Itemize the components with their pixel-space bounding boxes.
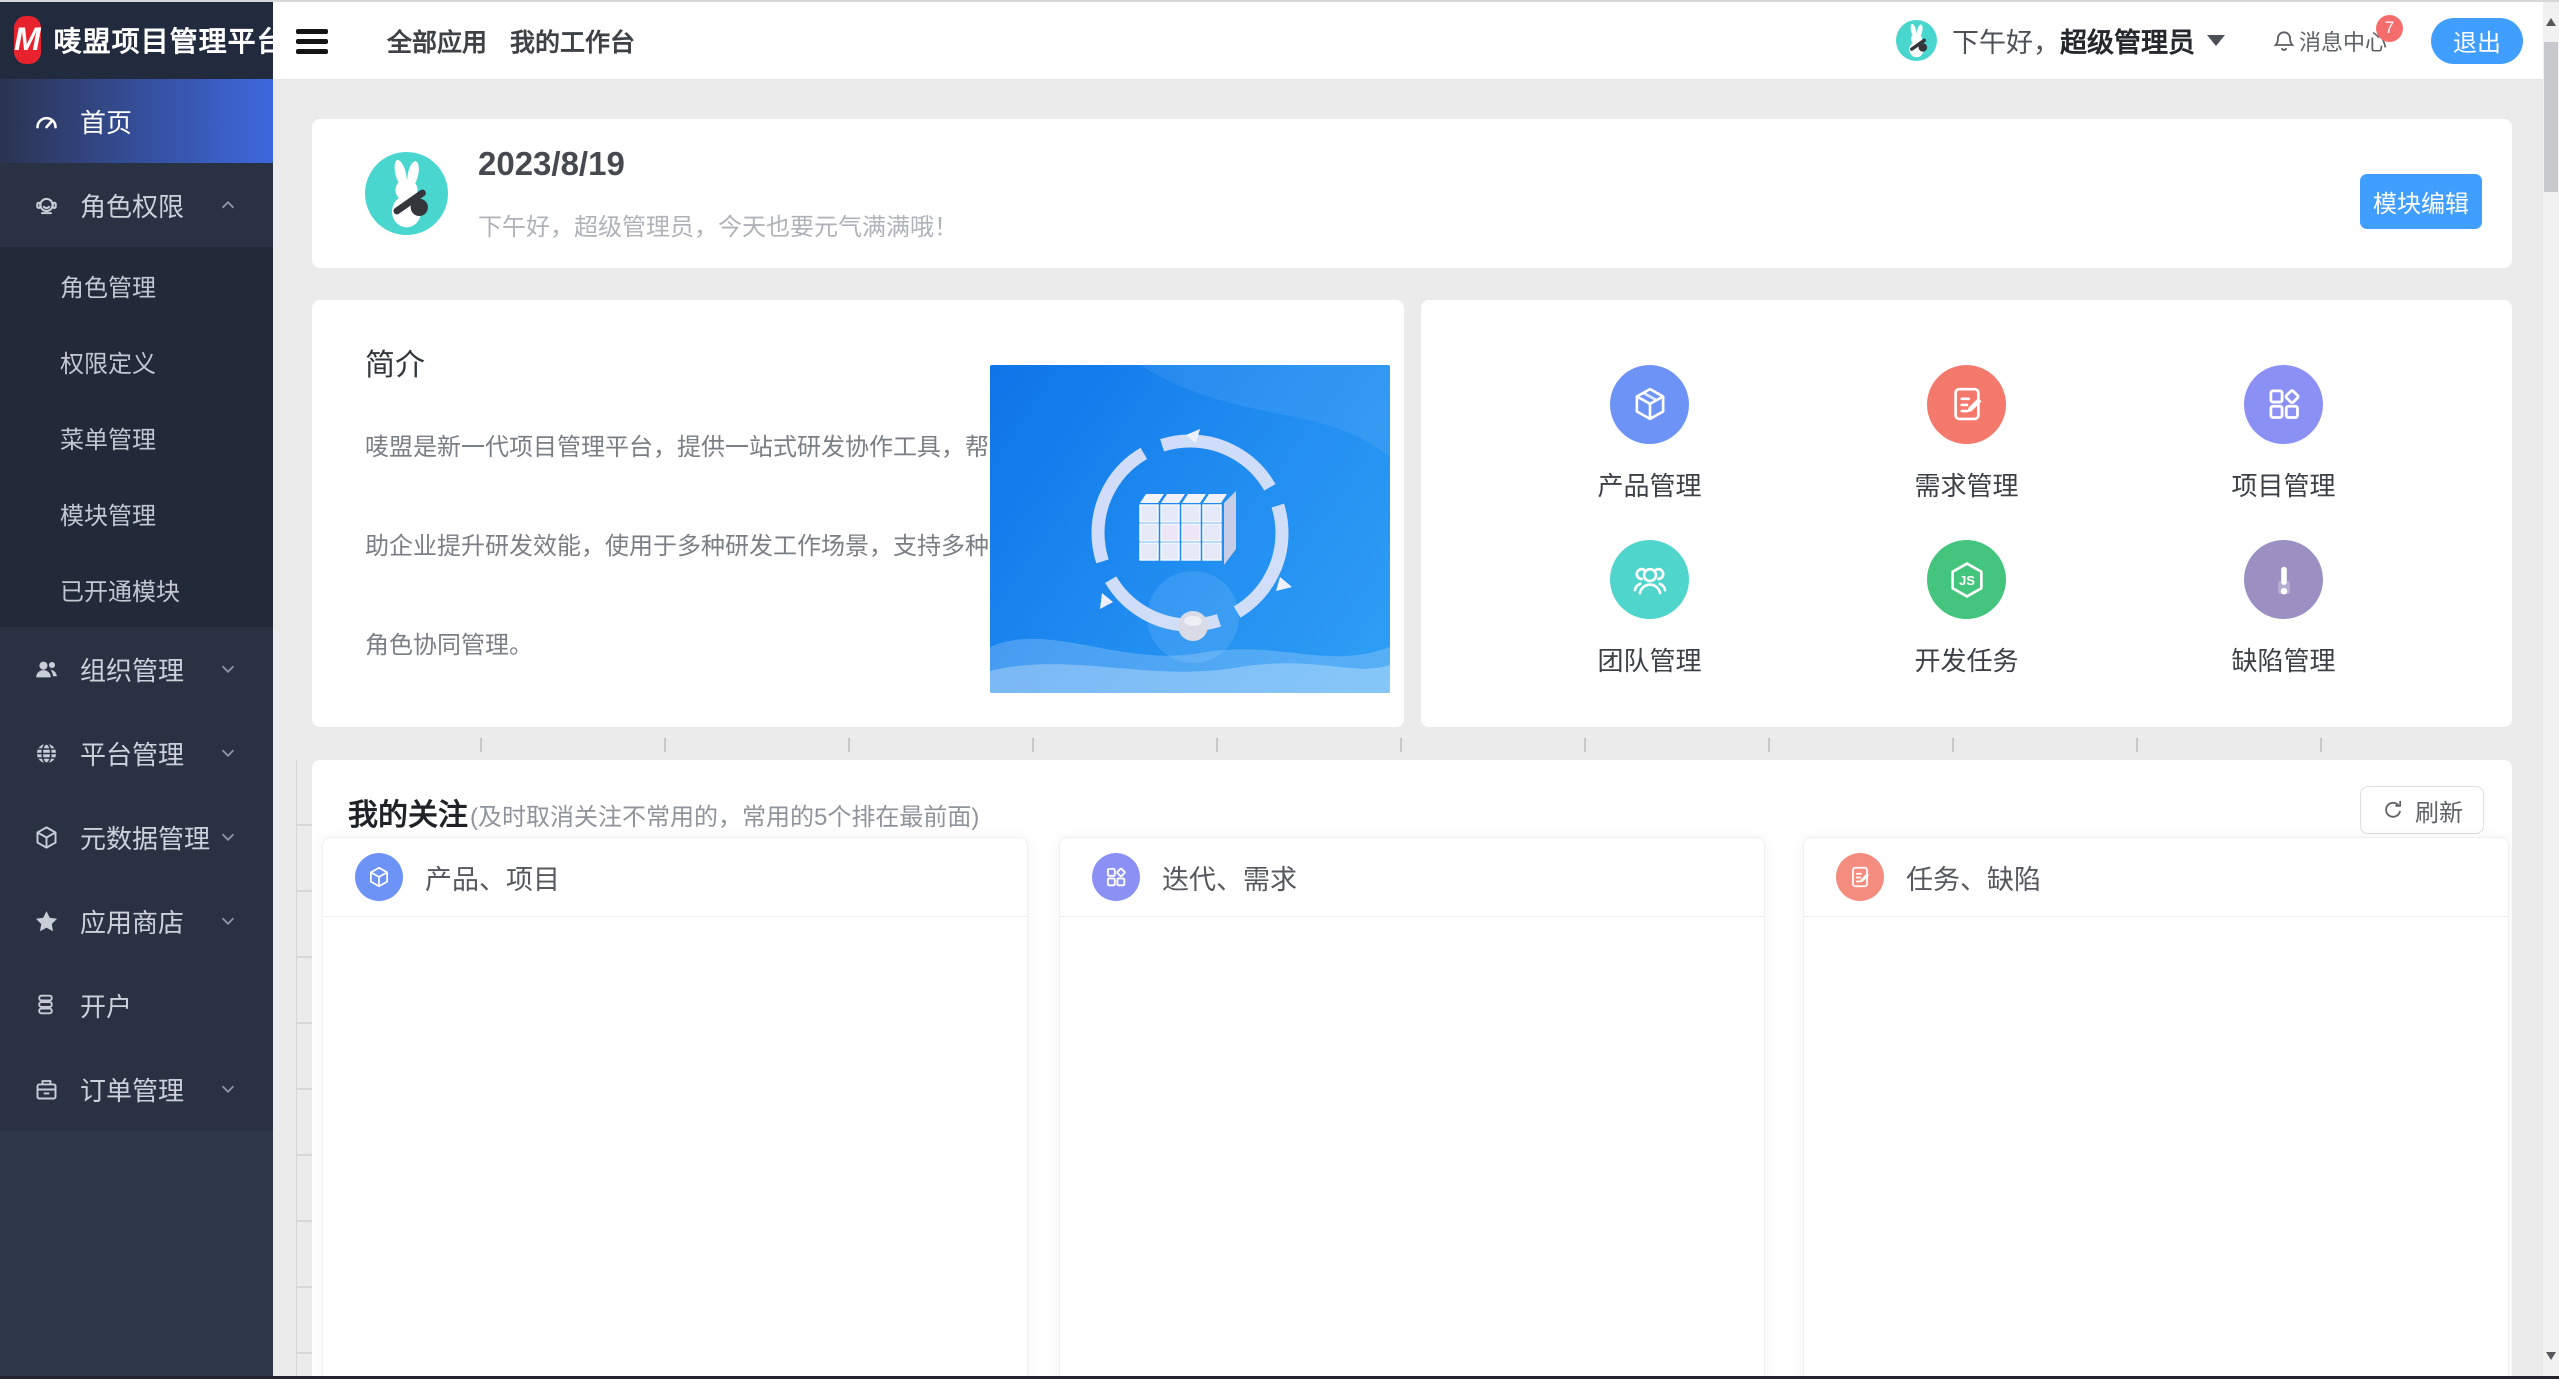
chevron-down-icon (217, 826, 239, 848)
project-grid-icon (1103, 864, 1129, 890)
people-icon (33, 656, 60, 683)
my-follow-panel: 我的关注 (及时取消关注不常用的，常用的5个排在最前面) 刷新 产品、项目 (312, 760, 2512, 1376)
follow-note: (及时取消关注不常用的，常用的5个排在最前面) (470, 797, 979, 832)
requirement-doc-icon (1946, 383, 1988, 425)
sidebar-item-organization[interactable]: 组织管理 (0, 627, 273, 711)
module-dev-tasks[interactable]: JS 开发任务 (1808, 522, 2125, 698)
app-logo-icon: M (14, 16, 41, 64)
top-header: 全部应用 我的工作台 下午好， 超级管理员 消息中心 7 (273, 2, 2559, 80)
chevron-down-icon (217, 658, 239, 680)
user-avatar[interactable] (1896, 20, 1937, 61)
background-grid-strip (296, 760, 312, 1376)
sidebar-item-open-account[interactable]: 开户 (0, 963, 273, 1047)
message-count-badge: 7 (2376, 15, 2403, 42)
sidebar-subitem-permission-definition[interactable]: 权限定义 (0, 323, 273, 399)
background-grid-ticks (480, 738, 2342, 752)
modules-card: 产品管理 需求管理 项目管理 (1421, 300, 2512, 727)
welcome-date: 2023/8/19 (478, 145, 625, 183)
dashboard-icon (33, 108, 60, 135)
star-icon (33, 908, 60, 935)
defect-exclaim-icon (2263, 559, 2305, 601)
rabbit-avatar-icon (365, 152, 448, 235)
globe-icon (33, 740, 60, 767)
nav-all-apps[interactable]: 全部应用 (387, 2, 487, 79)
follow-card-header: 迭代、需求 (1060, 838, 1764, 917)
chevron-down-icon (217, 910, 239, 932)
svg-text:JS: JS (1958, 573, 1974, 588)
module-requirement-management[interactable]: 需求管理 (1808, 346, 2125, 522)
chevron-down-icon (217, 1078, 239, 1100)
intro-title: 简介 (365, 340, 425, 384)
scrollbar-thumb[interactable] (2544, 42, 2558, 192)
intro-illustration (990, 365, 1390, 693)
roles-submenu: 角色管理 权限定义 菜单管理 模块管理 已开通模块 (0, 247, 273, 627)
sidebar-menu: 首页 角色权限 角色管理 权限定义 菜单管理 模块管理 已开通模块 (0, 79, 273, 1376)
sidebar-subitem-role-management[interactable]: 角色管理 (0, 247, 273, 323)
intro-description: 唛盟是新一代项目管理平台，提供一站式研发协作工具，帮助企业提升研发效能，使用于多… (365, 398, 1005, 695)
logout-button[interactable]: 退出 (2431, 18, 2523, 64)
message-center[interactable]: 消息中心 7 (2271, 25, 2387, 57)
page-scrollbar[interactable] (2543, 2, 2559, 1376)
sidebar-toggle-icon[interactable] (296, 29, 328, 54)
sidebar-item-orders[interactable]: 订单管理 (0, 1047, 273, 1131)
window-top-border (0, 0, 2559, 2)
dev-js-icon: JS (1946, 559, 1988, 601)
module-edit-button[interactable]: 模块编辑 (2360, 174, 2482, 229)
refresh-button[interactable]: 刷新 (2360, 786, 2484, 834)
project-grid-icon (2263, 383, 2305, 425)
bell-icon (2271, 28, 2297, 54)
chevron-down-icon (217, 742, 239, 764)
sidebar-item-appstore[interactable]: 应用商店 (0, 879, 273, 963)
database-icon (33, 992, 60, 1019)
team-people-icon (1629, 559, 1671, 601)
scroll-up-icon[interactable] (2546, 18, 2556, 26)
sidebar-item-platform[interactable]: 平台管理 (0, 711, 273, 795)
nav-my-workbench[interactable]: 我的工作台 (510, 2, 635, 79)
follow-card-products-projects[interactable]: 产品、项目 (322, 837, 1028, 1376)
follow-card-tasks-defects[interactable]: 任务、缺陷 (1803, 837, 2509, 1376)
username: 超级管理员 (2060, 21, 2195, 60)
app-title: 唛盟项目管理平台 (54, 20, 286, 60)
sidebar-subitem-module-management[interactable]: 模块管理 (0, 475, 273, 551)
module-team-management[interactable]: 团队管理 (1491, 522, 1808, 698)
chevron-down-icon (2207, 35, 2225, 46)
follow-card-iterations-requirements[interactable]: 迭代、需求 (1059, 837, 1765, 1376)
sidebar-item-home[interactable]: 首页 (0, 79, 273, 163)
module-project-management[interactable]: 项目管理 (2125, 346, 2442, 522)
sidebar-footer (0, 1131, 273, 1376)
follow-card-header: 任务、缺陷 (1804, 838, 2508, 917)
follow-card-header: 产品、项目 (323, 838, 1027, 917)
refresh-icon (2381, 798, 2405, 822)
follow-title: 我的关注 (348, 790, 468, 834)
sidebar-item-metadata[interactable]: 元数据管理 (0, 795, 273, 879)
sidebar-subitem-opened-modules[interactable]: 已开通模块 (0, 551, 273, 627)
scroll-down-icon[interactable] (2546, 1352, 2556, 1360)
app-logo-area: M 唛盟项目管理平台 (0, 0, 273, 79)
sidebar-subitem-menu-management[interactable]: 菜单管理 (0, 399, 273, 475)
chevron-up-icon (217, 194, 239, 216)
product-cube-icon (1629, 383, 1671, 425)
order-box-icon (33, 1076, 60, 1103)
module-defect-management[interactable]: 缺陷管理 (2125, 522, 2442, 698)
welcome-message: 下午好，超级管理员，今天也要元气满满哦！ (478, 207, 958, 242)
intro-card: 简介 唛盟是新一代项目管理平台，提供一站式研发协作工具，帮助企业提升研发效能，使… (312, 300, 1404, 727)
role-agent-icon (33, 192, 60, 219)
requirement-doc-icon (1847, 864, 1873, 890)
product-cube-icon (366, 864, 392, 890)
user-avatar-large (365, 152, 448, 235)
welcome-card: 2023/8/19 下午好，超级管理员，今天也要元气满满哦！ 模块编辑 (312, 119, 2512, 268)
sidebar-item-roles[interactable]: 角色权限 (0, 163, 273, 247)
module-product-management[interactable]: 产品管理 (1491, 346, 1808, 522)
cube-icon (33, 824, 60, 851)
rabbit-avatar-icon (1896, 20, 1937, 61)
user-greeting[interactable]: 下午好， 超级管理员 (1952, 21, 2225, 60)
